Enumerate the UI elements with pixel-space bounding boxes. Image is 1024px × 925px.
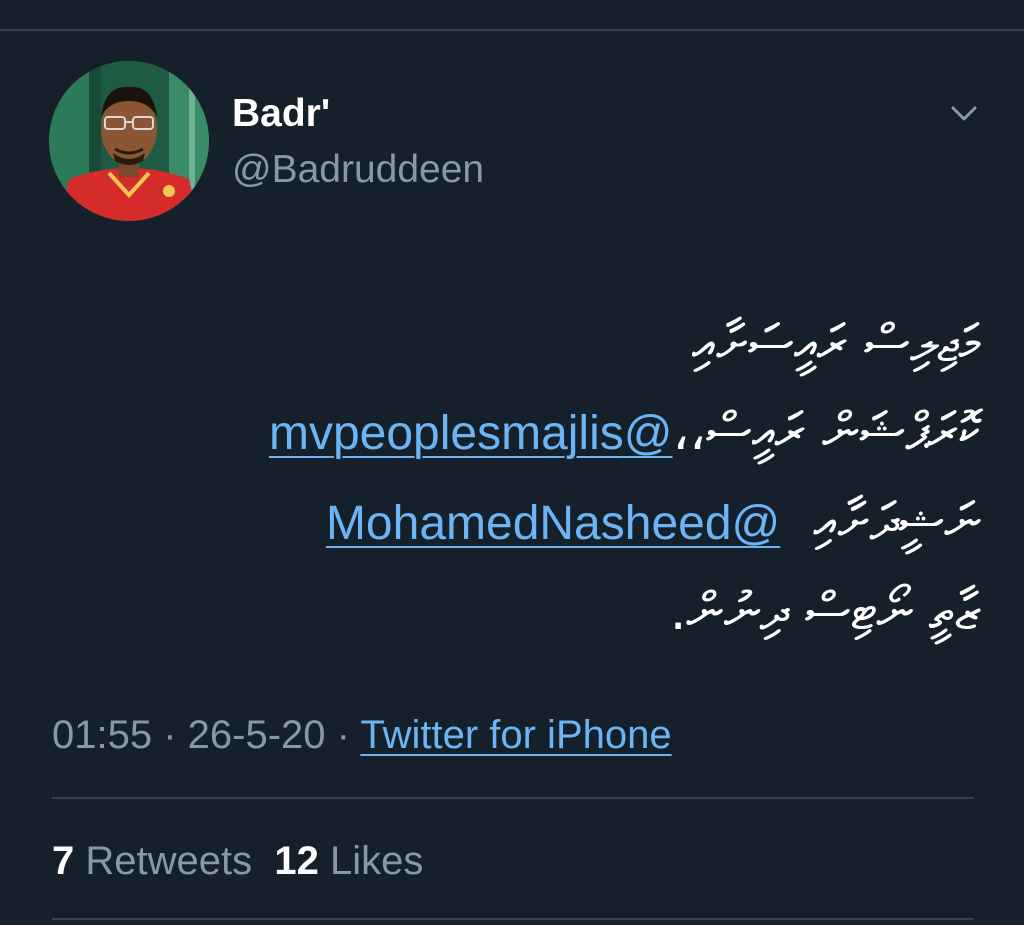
chevron-down-icon bbox=[951, 106, 977, 121]
tweet-menu-button[interactable] bbox=[944, 96, 984, 132]
stats-top-divider bbox=[52, 797, 974, 799]
likes-stat[interactable]: 12 Likes bbox=[274, 839, 423, 883]
tweet-source-link[interactable]: Twitter for iPhone bbox=[360, 713, 671, 757]
tweet-text-segment: ނަޝީދަށާއި bbox=[813, 492, 980, 552]
retweets-label: Retweets bbox=[85, 839, 253, 883]
avatar[interactable] bbox=[49, 61, 209, 221]
tweet-line-1: މަޖިލިސް ރައީސަށާއި bbox=[691, 314, 980, 374]
tweet-text-segment: ، bbox=[672, 402, 690, 462]
stats-bottom-divider bbox=[52, 918, 974, 920]
mention-link-nasheed[interactable]: @MohamedNasheed bbox=[326, 497, 780, 550]
likes-label: Likes bbox=[329, 839, 424, 883]
tweet-line-3: ނަޝީދަށާއި @MohamedNasheed bbox=[100, 478, 980, 568]
tweet-line-2: ކޮރަޕްޝަން ރައީސް،،@mvpeoplesmajlis bbox=[100, 388, 980, 478]
retweets-stat[interactable]: 7 Retweets bbox=[52, 839, 252, 883]
tweet-text: މަޖިލިސް ރައީސަށާއި ކޮރަޕްޝަން ރައީސް،،@… bbox=[100, 300, 980, 656]
tweet-time: 01:55 bbox=[52, 713, 153, 757]
mention-link-majlis[interactable]: @mvpeoplesmajlis bbox=[269, 407, 673, 460]
retweets-count: 7 bbox=[52, 839, 75, 883]
tweet-text-segment: ކޮރަޕްޝަން ރައީސް، bbox=[689, 402, 980, 462]
author-display-name[interactable]: Badr' bbox=[232, 90, 330, 138]
tweet-date: 26-5-20 bbox=[187, 713, 326, 757]
avatar-photo bbox=[49, 61, 209, 221]
top-divider bbox=[0, 29, 1024, 31]
author-handle[interactable]: @Badruddeen bbox=[232, 146, 484, 194]
meta-separator: · bbox=[325, 713, 361, 757]
meta-separator: · bbox=[152, 713, 188, 757]
tweet-stats: 7 Retweets 12 Likes bbox=[52, 836, 423, 886]
tweet-timestamp: 01:55 · 26-5-20 · Twitter for iPhone bbox=[52, 710, 672, 760]
tweet-line-4: ޒާތީ ނޯޓިސް ދިނުން. bbox=[669, 582, 980, 642]
likes-count: 12 bbox=[274, 839, 319, 883]
